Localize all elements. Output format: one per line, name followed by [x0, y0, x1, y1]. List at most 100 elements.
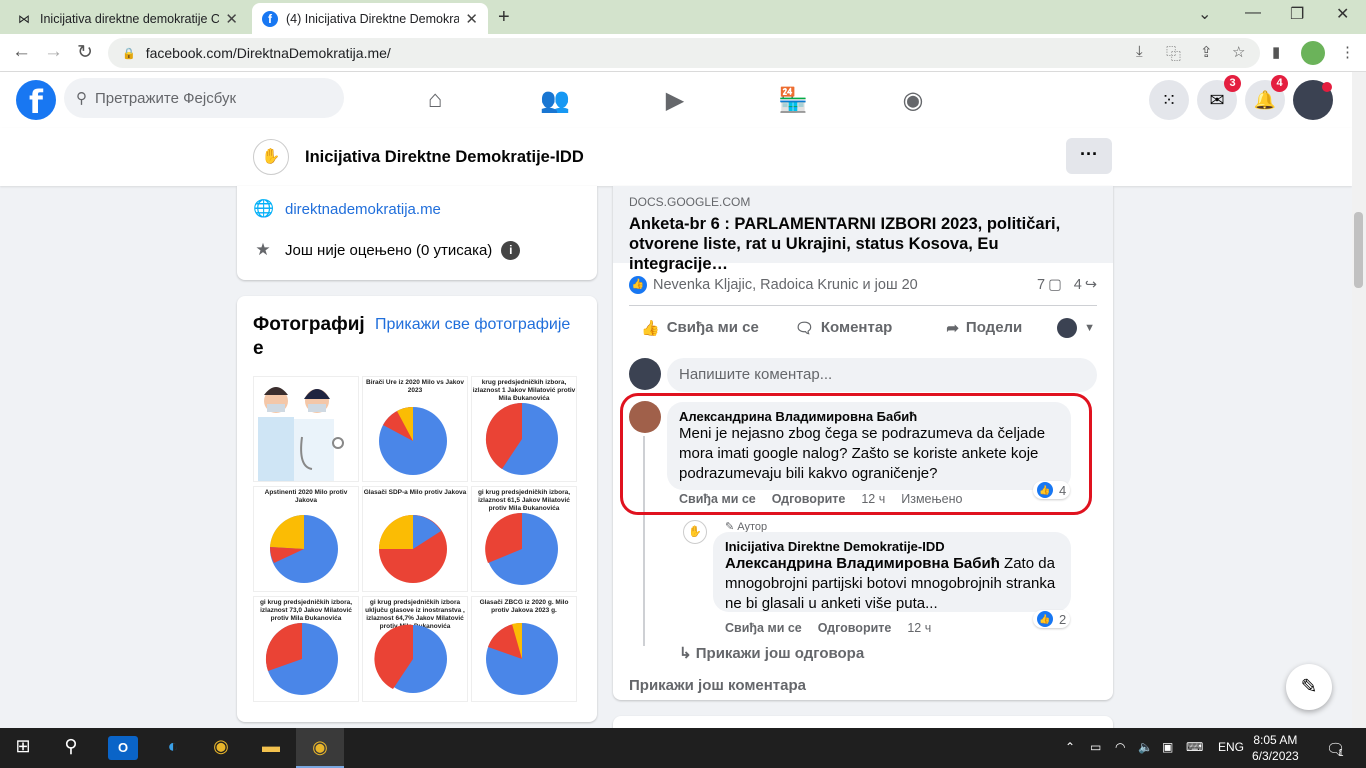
photo-thumb-6[interactable]: gi krug predsjedničkih izbora, izlaznost…	[471, 486, 577, 592]
audience-selector[interactable]: ▼	[1057, 317, 1095, 338]
page-logo-icon[interactable]: ✋	[253, 139, 289, 175]
photo-thumb-3[interactable]: krug predsjedničkih izbora, izlaznost 1 …	[471, 376, 577, 482]
comment-icon: 🗨	[794, 319, 814, 337]
side-panel-icon[interactable]: ▮	[1272, 43, 1280, 61]
see-all-photos-link[interactable]: Прикажи све фотографије	[375, 313, 587, 337]
comments-count[interactable]: 7	[1037, 277, 1045, 293]
info-icon[interactable]: i	[501, 240, 521, 260]
shares-count[interactable]: 4	[1074, 277, 1082, 293]
comment-button[interactable]: 🗨 Коментар	[795, 319, 893, 337]
more-comments-link[interactable]: Прикажи још коментара	[629, 677, 806, 694]
url-text: facebook.com/DirektnaDemokratija.me/	[145, 45, 391, 61]
file-explorer-icon[interactable]: ▬	[256, 736, 286, 760]
photo-thumb-5[interactable]: Glasači SDP-a Milo protiv Jakova	[362, 486, 468, 592]
search-icon[interactable]: ⚲	[56, 736, 86, 760]
address-bar[interactable]: 🔒 facebook.com/DirektnaDemokratija.me/	[108, 38, 1260, 68]
rating-text: Још није оцењено (0 утисака)	[285, 241, 493, 259]
like-button[interactable]: 👍 Свиђа ми се	[641, 319, 759, 337]
website-link[interactable]: direktnademokratija.me	[285, 201, 441, 218]
reply-time[interactable]: 12 ч	[907, 621, 931, 635]
messenger-badge: 3	[1224, 75, 1241, 92]
photo-caption: gi krug predsjedničkih izbora, izlaznost…	[259, 599, 353, 622]
post-actions: 👍 Свиђа ми се 🗨 Коментар ➦ Подели ▼	[629, 305, 1097, 349]
chrome-icon[interactable]: ◉	[206, 736, 236, 760]
language-indicator[interactable]: ENG	[1218, 740, 1244, 754]
reply-reaction-count[interactable]: 👍 2	[1033, 610, 1071, 628]
doctors-illustration	[254, 377, 358, 481]
photo-caption: Apstinenti 2020 Milo protiv Jakova	[264, 489, 348, 504]
facebook-logo-icon[interactable]: f	[16, 80, 56, 121]
meet-now-icon[interactable]: ▣	[1162, 740, 1173, 754]
reply-author-avatar[interactable]: ✋	[683, 520, 707, 544]
translate-icon[interactable]: ⿻	[1166, 43, 1181, 64]
share-icon[interactable]: ⇪	[1200, 43, 1213, 61]
browser-tab-1[interactable]: ⋈ Inicijativa direktne demokratije C ✕	[8, 3, 248, 34]
notifications-badge: 4	[1271, 75, 1288, 92]
scrollbar[interactable]	[1352, 72, 1366, 728]
show-hidden-icons-icon[interactable]: ⌃	[1065, 740, 1075, 754]
keyboard-icon[interactable]: ⌨	[1186, 740, 1203, 754]
edge-icon[interactable]: ◐	[158, 736, 188, 760]
battery-icon[interactable]: ▭	[1090, 740, 1101, 754]
pie-chart-image	[485, 512, 558, 585]
reply-like-link[interactable]: Свиђа ми се	[725, 621, 802, 635]
share-button[interactable]: ➦ Подели	[946, 319, 1022, 337]
wifi-icon[interactable]: ◠	[1115, 740, 1125, 754]
menu-grid-icon[interactable]: ⁙	[1149, 80, 1189, 120]
browser-tab-2[interactable]: f (4) Inicijativa Direktne Demokratij ✕	[252, 3, 488, 34]
photo-thumb-4[interactable]: Apstinenti 2020 Milo protiv Jakova	[253, 486, 359, 592]
reply-reply-link[interactable]: Одговорите	[818, 621, 892, 635]
friends-icon[interactable]: 👥	[500, 80, 610, 120]
back-icon[interactable]: ←	[12, 41, 31, 63]
home-icon[interactable]: ⌂	[380, 80, 490, 120]
photo-thumb-9[interactable]: Glasači ZBCG iz 2020 g. Milo protiv Jako…	[471, 596, 577, 702]
maximize-icon[interactable]: ❐	[1290, 4, 1304, 24]
minimize-icon[interactable]: —	[1245, 4, 1261, 22]
facebook-search-input[interactable]: ⚲ Претражите Фејсбук	[64, 78, 344, 118]
photo-thumb-7[interactable]: gi krug predsjedničkih izbora, izlaznost…	[253, 596, 359, 702]
scrollbar-thumb[interactable]	[1354, 212, 1363, 288]
clock[interactable]: 8:05 AM 6/3/2023	[1252, 732, 1299, 764]
profile-icon[interactable]	[1301, 41, 1325, 65]
more-replies-link[interactable]: ↳ Прикажи још одговора	[679, 644, 864, 662]
link-preview[interactable]: DOCS.GOOGLE.COM Anketa-br 6 : PARLAMENTA…	[613, 186, 1113, 273]
install-icon[interactable]: ⤓	[1136, 43, 1143, 60]
clock-time: 8:05 AM	[1253, 733, 1298, 747]
active-chrome-window[interactable]: ◉	[296, 728, 344, 768]
outlook-icon[interactable]: O	[108, 736, 138, 760]
kebab-menu-icon[interactable]: ⋮	[1340, 43, 1355, 61]
windows-taskbar: ⊞ ⚲ O ◐ ◉ ▬ ◉ ⌃ ▭ ◠ 🔈 ▣ ⌨ ENG 8:05 AM 6/…	[0, 728, 1366, 768]
photo-thumb-2[interactable]: Birači Ure iz 2020 Milo vs Jakov 2023	[362, 376, 468, 482]
groups-icon[interactable]: ◉	[858, 80, 968, 120]
comment-input[interactable]: Напишите коментар...	[667, 358, 1097, 392]
new-tab-button[interactable]: +	[498, 6, 510, 29]
photo-thumb-8[interactable]: gi krug predsjedničkih izbora uključu gl…	[362, 596, 468, 702]
bookmark-star-icon[interactable]: ☆	[1232, 43, 1245, 61]
link-title[interactable]: Anketa-br 6 : PARLAMENTARNI IZBORI 2023,…	[629, 214, 1099, 274]
marketplace-icon[interactable]: 🏪	[738, 80, 848, 120]
commenter-avatar[interactable]	[629, 358, 661, 390]
facebook-navbar: f ⚲ Претражите Фејсбук ⌂ 👥 ▶ 🏪 ◉ ⁙ ✉ 3 🔔…	[0, 72, 1352, 128]
reply-mention[interactable]: Александрина Владимировна Бабић	[725, 555, 1000, 572]
page-title[interactable]: Inicijativa Direktne Demokratije-IDD	[305, 148, 584, 167]
browser-toolbar: ← → ↻ 🔒 facebook.com/DirektnaDemokratija…	[0, 34, 1366, 72]
reactors-text[interactable]: Nevenka Kljajic, Radoica Krunic и још 20	[653, 277, 918, 293]
close-tab-icon[interactable]: ✕	[465, 10, 478, 28]
tab-search-icon[interactable]: ⌄	[1198, 4, 1211, 24]
reply-author[interactable]: Inicijativa Direktne Demokratije-IDD	[725, 539, 1059, 554]
reload-icon[interactable]: ↻	[77, 41, 93, 64]
new-message-button[interactable]: ✎	[1286, 664, 1332, 710]
close-window-icon[interactable]: ✕	[1336, 4, 1349, 24]
reply-bubble: Inicijativa Direktne Demokratije-IDD Але…	[713, 532, 1071, 612]
watch-icon[interactable]: ▶	[620, 80, 730, 120]
highlight-box	[620, 393, 1092, 515]
close-tab-icon[interactable]: ✕	[225, 10, 238, 28]
like-label: Свиђа ми се	[666, 319, 759, 336]
volume-icon[interactable]: 🔈	[1138, 740, 1153, 754]
page-more-button[interactable]: ···	[1066, 138, 1112, 174]
share-label: Подели	[965, 319, 1023, 336]
photo-thumb-1[interactable]	[253, 376, 359, 482]
forward-icon[interactable]: →	[44, 41, 63, 63]
windows-start-icon[interactable]: ⊞	[8, 736, 38, 760]
website-row: 🌐 direktnademokratija.me	[253, 199, 441, 219]
